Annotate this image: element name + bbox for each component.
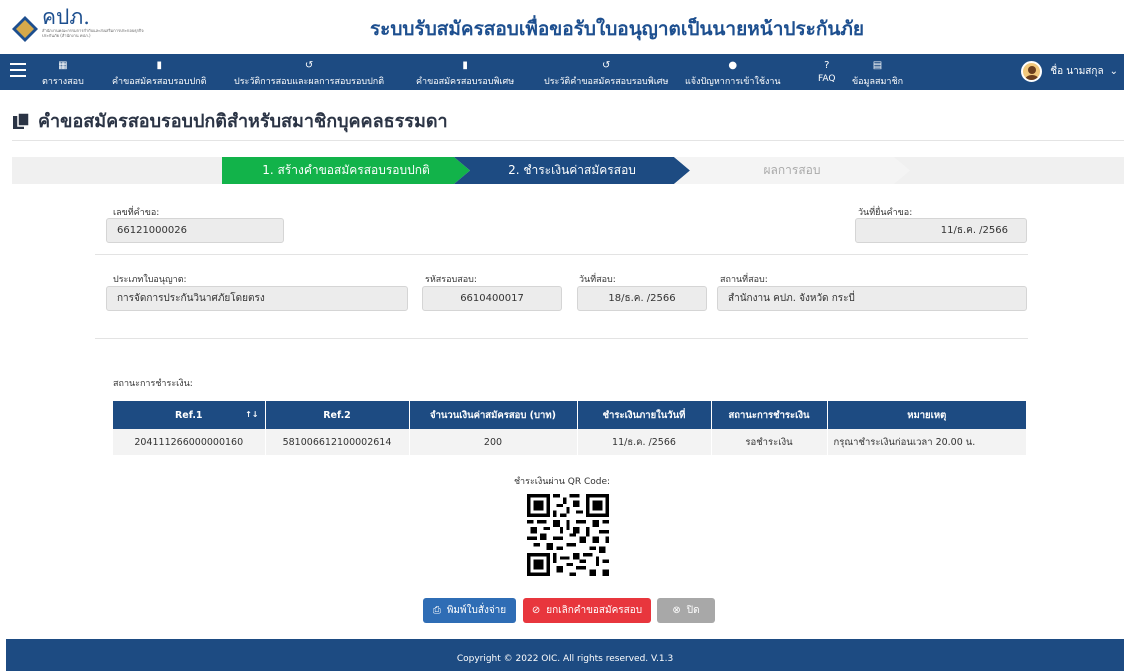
close-button[interactable]: ⊗ ปิด [657,598,715,623]
step-exam-result: ผลการสอบ [674,157,910,184]
exam-place-field: สำนักงาน คปภ. จังหวัด กระบี่ [717,286,1027,311]
submit-date-field: 11/ธ.ค. /2566 [855,218,1027,243]
nav-item-normal-request[interactable]: ▮ คำขอสมัครสอบรอบปกติ [112,60,206,88]
nav-item-label: ประวัติคำขอสมัครสอบรอบพิเศษ [544,77,669,87]
ban-icon: ⊘ [531,605,541,616]
footer: Copyright © 2022 OIC. All rights reserve… [6,639,1124,671]
chat-icon: ● [728,60,738,71]
question-icon: ? [824,60,830,71]
user-menu[interactable]: ชื่อ นามสกุล ⌄ [1021,61,1118,82]
print-payment-slip-button[interactable]: ⎙ พิมพ์ใบสั่งจ่าย [423,598,516,623]
nav-item-label: ประวัติการสอบและผลการสอบรอบปกติ [234,77,385,87]
qr-code [527,494,609,576]
table-row: 204111266000000160 581006612100002614 20… [113,429,1027,455]
copyright-text: Copyright © 2022 OIC. All rights reserve… [456,654,674,664]
history-icon: ↺ [304,60,314,71]
exam-date-field: 18/ธ.ค. /2566 [577,286,707,311]
step-create-request: 1. สร้างคำขอสมัครสอบรอบปกติ [222,157,470,184]
license-type-field: การจัดการประกันวินาศภัยโดยตรง [106,286,408,311]
table-header-status: สถานะการชำระเงิน [711,401,828,429]
main-nav: ▦ ตารางสอบ ▮ คำขอสมัครสอบรอบปกติ ↺ ประวั… [0,54,1124,90]
cell-note: กรุณาชำระเงินก่อนเวลา 20.00 น. [827,429,1027,455]
nav-item-special-history[interactable]: ↺ ประวัติคำขอสมัครสอบรอบพิเศษ [544,60,668,88]
page-title-text: คำขอสมัครสอบรอบปกติสำหรับสมาชิกบุคคลธรรม… [38,111,448,132]
request-no-field: 66121000026 [106,218,284,243]
nav-item-label: ข้อมูลสมาชิก [852,77,904,87]
cell-ref1: 204111266000000160 [113,429,266,455]
history-icon: ↺ [602,60,611,71]
divider [95,338,1028,339]
exam-code-field: 6610400017 [422,286,562,311]
cancel-request-button[interactable]: ⊘ ยกเลิกคำขอสมัครสอบ [523,598,651,623]
qr-label: ชำระเงินผ่าน QR Code: [513,477,611,487]
submit-date-label: วันที่ยื่นคำขอ: [858,208,913,218]
cell-ref2: 581006612100002614 [265,429,410,455]
nav-item-exam-schedule[interactable]: ▦ ตารางสอบ [42,60,84,88]
divider [12,140,1124,141]
document-icon: ▮ [156,60,162,71]
nav-item-member-info[interactable]: ▤ ข้อมูลสมาชิก [852,60,903,88]
nav-item-normal-history[interactable]: ↺ ประวัติการสอบและผลการสอบรอบปกติ [234,60,384,88]
avatar [1021,61,1043,82]
close-icon: ⊗ [672,605,681,616]
exam-place-label: สถานที่สอบ: [720,275,768,285]
site-title: ระบบรับสมัครสอบเพื่อขอรับใบอนุญาตเป็นนาย… [369,18,865,40]
table-header-note: หมายเหตุ [827,401,1027,429]
table-header-ref2: Ref.2 [265,401,410,429]
cell-amount: 200 [409,429,578,455]
menu-icon[interactable] [10,63,26,77]
payment-status-label: สถานะการชำระเงิน: [113,379,193,389]
user-name: ชื่อ นามสกุล [1050,66,1104,77]
print-icon: ⎙ [432,605,441,616]
nav-item-label: FAQ [818,74,836,84]
document-copy-icon [13,111,30,129]
table-header-amount: จำนวนเงินค่าสมัครสอบ (บาท) [409,401,578,429]
chevron-down-icon: ⌄ [1109,66,1118,77]
header: คปภ. สำนักงานคณะกรรมการกำกับและส่งเสริมก… [0,0,1124,54]
page-title: คำขอสมัครสอบรอบปกติสำหรับสมาชิกบุคคลธรรม… [12,106,448,135]
nav-item-label: แจ้งปัญหาการเข้าใช้งาน [685,77,781,87]
table-header-ref1[interactable]: Ref.1 ↑↓ [113,401,266,429]
calendar-icon: ▦ [58,60,68,71]
progress-steps: 1. สร้างคำขอสมัครสอบรอบปกติ 2. ชำระเงินค… [12,157,1124,184]
nav-item-special-request[interactable]: ▮ คำขอสมัครสอบรอบพิเศษ [416,60,514,88]
exam-code-label: รหัสรอบสอบ: [425,275,477,285]
print-button-label: พิมพ์ใบสั่งจ่าย [446,605,507,616]
nav-item-label: คำขอสมัครสอบรอบปกติ [112,77,207,87]
divider [95,254,1028,255]
cancel-button-label: ยกเลิกคำขอสมัครสอบ [546,605,643,616]
step-payment: 2. ชำระเงินค่าสมัครสอบ [454,157,690,184]
payment-table: Ref.1 ↑↓ Ref.2 จำนวนเงินค่าสมัครสอบ (บาท… [113,401,1027,455]
id-card-icon: ▤ [872,60,883,71]
document-icon: ▮ [462,60,468,71]
license-type-label: ประเภทใบอนุญาต: [113,275,187,285]
nav-item-report-problem[interactable]: ● แจ้งปัญหาการเข้าใช้งาน [685,60,781,88]
nav-item-faq[interactable]: ? FAQ [818,60,835,84]
close-button-label: ปิด [686,605,700,616]
table-header-due-date: ชำระเงินภายในวันที่ [577,401,712,429]
table-header-row: Ref.1 ↑↓ Ref.2 จำนวนเงินค่าสมัครสอบ (บาท… [113,401,1027,429]
cell-status: รอชำระเงิน [711,429,828,455]
header-label: Ref.1 [174,409,203,421]
nav-item-label: ตารางสอบ [42,77,84,87]
nav-item-label: คำขอสมัครสอบรอบพิเศษ [416,77,515,87]
cell-due-date: 11/ธ.ค. /2566 [577,429,712,455]
exam-date-label: วันที่สอบ: [579,275,616,285]
request-no-label: เลขที่คำขอ: [113,208,160,218]
sort-icon[interactable]: ↑↓ [245,410,258,419]
